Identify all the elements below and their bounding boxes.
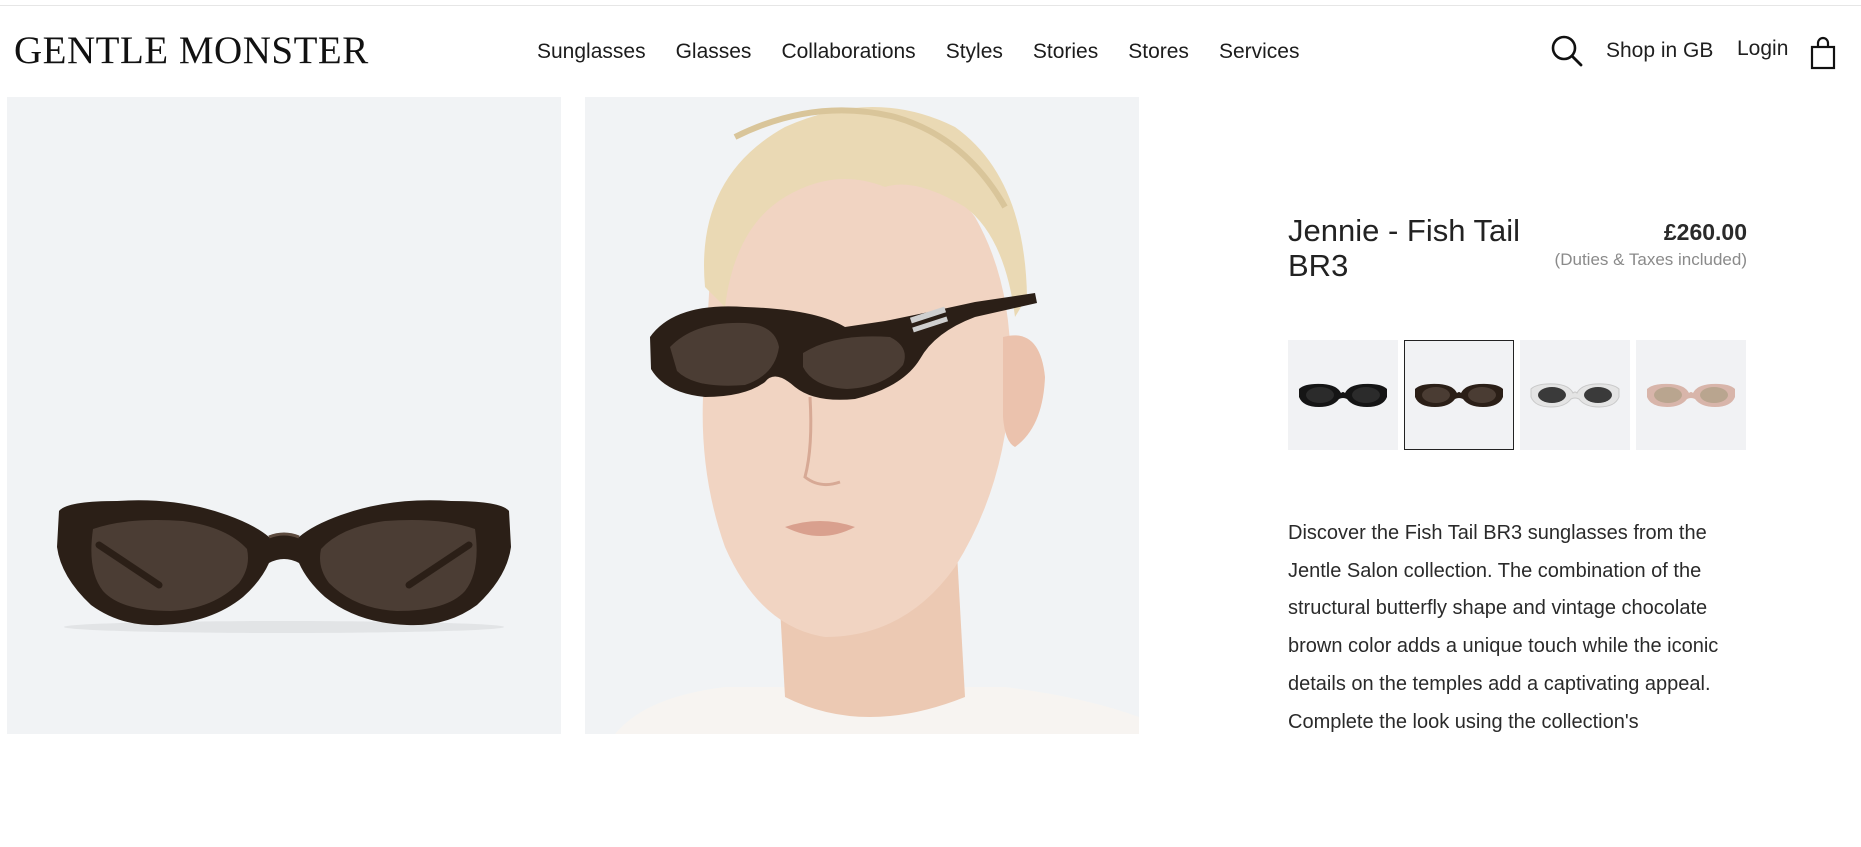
swatch-black[interactable] [1288,340,1398,450]
sunglasses-thumbnail-icon [1299,383,1387,407]
header-actions [1550,34,1584,68]
swatch-clear[interactable] [1520,340,1630,450]
nav-services[interactable]: Services [1219,40,1300,64]
sunglasses-thumbnail-icon [1530,383,1620,408]
product-description: Discover the Fish Tail BR3 sunglasses fr… [1288,522,1719,733]
model-wearing-sunglasses-illustration [615,107,1139,734]
brand-logo[interactable]: GENTLE MONSTER [14,28,369,73]
sunglasses-thumbnail-icon [1415,383,1503,407]
shop-region-selector[interactable]: Shop in GB [1606,39,1713,63]
login-link[interactable]: Login [1737,37,1788,61]
nav-sunglasses[interactable]: Sunglasses [537,40,646,64]
product-price: £260.00 [1663,219,1747,245]
sunglasses-front-illustration [57,500,511,633]
color-swatches [1288,340,1752,450]
product-image-front[interactable] [7,97,561,734]
search-icon[interactable] [1550,34,1584,68]
nav-collaborations[interactable]: Collaborations [781,40,915,64]
nav-glasses[interactable]: Glasses [676,40,752,64]
nav-stores[interactable]: Stores [1128,40,1189,64]
shopping-bag-icon[interactable] [1809,36,1837,70]
main-nav: Sunglasses Glasses Collaborations Styles… [537,40,1329,64]
nav-styles[interactable]: Styles [946,40,1003,64]
swatch-brown[interactable] [1404,340,1514,450]
price-note: (Duties & Taxes included) [1554,250,1747,269]
swatch-pink[interactable] [1636,340,1746,450]
nav-stories[interactable]: Stories [1033,40,1098,64]
product-image-model[interactable] [585,97,1139,734]
sunglasses-thumbnail-icon [1647,383,1735,407]
site-header: GENTLE MONSTER Sunglasses Glasses Collab… [0,6,1861,94]
product-title: Jennie - Fish Tail BR3 [1288,213,1521,283]
